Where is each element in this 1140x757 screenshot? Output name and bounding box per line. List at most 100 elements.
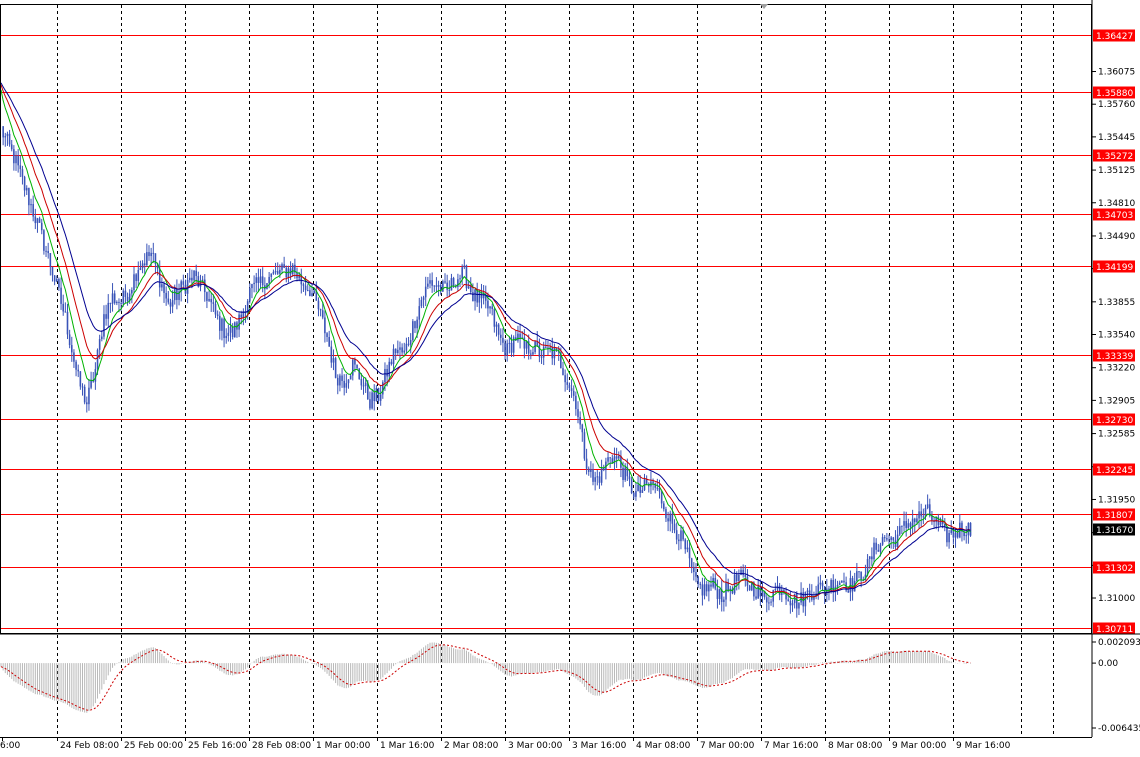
candle-body	[70, 345, 73, 353]
candle-body	[163, 284, 165, 293]
candle-body	[221, 318, 223, 331]
candle-body	[705, 584, 708, 592]
candle-body	[317, 300, 320, 310]
candle-body	[139, 268, 142, 271]
candle-body	[716, 588, 719, 599]
candle-body	[326, 333, 328, 338]
candle-body	[890, 537, 892, 540]
candle-body	[847, 590, 850, 593]
candle-body	[214, 303, 217, 315]
candle-body	[218, 315, 221, 331]
candle-body	[886, 538, 888, 540]
price-tick-label: 1.36075	[1098, 68, 1135, 78]
candle-body	[345, 383, 348, 388]
candle-body	[877, 549, 880, 552]
level-price-label: 1.34703	[1096, 211, 1133, 221]
candle-body	[343, 380, 345, 388]
candle-body	[969, 522, 972, 536]
candle-body	[339, 375, 341, 386]
candle-body	[819, 582, 822, 585]
candle-body	[630, 479, 633, 494]
candle-body	[566, 382, 569, 385]
candle-body	[98, 339, 101, 350]
candle-body	[81, 386, 84, 388]
candle-body	[881, 537, 884, 545]
candle-body	[609, 457, 611, 459]
candle-body	[708, 584, 710, 592]
candle-body	[821, 582, 824, 587]
level-price-label: 1.36427	[1096, 32, 1133, 42]
candle-body	[105, 314, 107, 319]
candle-body	[948, 532, 950, 543]
candle-body	[866, 559, 869, 575]
candle-body	[83, 386, 86, 403]
candle-body	[738, 574, 740, 582]
candle-body	[75, 361, 77, 370]
candle-body	[688, 547, 691, 559]
candle-body	[622, 467, 624, 480]
level-price-label: 1.32730	[1096, 416, 1133, 426]
candle-body	[699, 583, 702, 585]
candle-body	[843, 580, 845, 583]
candle-body	[761, 590, 764, 597]
candle-body	[148, 252, 150, 257]
candle-body	[590, 469, 592, 472]
candle-body	[875, 542, 877, 550]
candle-body	[21, 169, 24, 177]
candle-body	[489, 306, 491, 309]
candle-body	[956, 532, 959, 538]
candle-body	[321, 310, 324, 318]
candle-body	[950, 530, 953, 533]
candle-body	[424, 286, 427, 298]
candle-body	[624, 467, 626, 480]
candle-body	[903, 521, 905, 526]
candle-body	[304, 285, 307, 290]
candle-body	[898, 526, 901, 535]
price-tick-label: 1.35760	[1098, 100, 1135, 110]
time-tick-label: 24 Feb 08:00	[60, 741, 119, 751]
candle-body	[420, 299, 423, 307]
candle-body	[173, 288, 176, 301]
candle-body	[364, 382, 367, 386]
candle-body	[435, 285, 438, 287]
candle-body	[431, 280, 433, 286]
candle-body	[675, 530, 678, 540]
candle-body	[581, 424, 584, 433]
candle-body	[113, 293, 116, 304]
candle-body	[442, 281, 444, 292]
candle-body	[703, 584, 706, 596]
candle-body	[238, 314, 240, 330]
candle-body	[45, 250, 47, 252]
candle-body	[101, 336, 103, 340]
candle-body	[684, 539, 687, 550]
candle-body	[401, 347, 403, 353]
candle-body	[495, 324, 498, 327]
candle-body	[306, 289, 309, 291]
candle-body	[66, 311, 69, 335]
candle-body	[920, 511, 923, 517]
candle-body	[592, 469, 594, 482]
candle-body	[858, 571, 860, 573]
candle-body	[596, 476, 599, 478]
level-price-label: 1.32245	[1096, 466, 1133, 476]
candle-body	[416, 319, 418, 329]
candle-body	[120, 302, 122, 304]
candle-body	[598, 476, 601, 483]
candle-body	[103, 314, 105, 337]
forex-chart[interactable]: 1.36075 1.35760 1.35445 1.35125 1.34810 1.344…	[0, 0, 1140, 757]
candle-body	[532, 352, 534, 355]
candle-body	[203, 279, 206, 293]
candle-body	[313, 290, 315, 294]
candle-body	[697, 576, 699, 584]
candle-body	[77, 369, 80, 372]
candle-body	[808, 590, 811, 594]
candle-body	[227, 332, 230, 336]
candle-body	[795, 593, 798, 609]
time-tick-label: 2 Mar 08:00	[444, 741, 499, 751]
time-tick-label: 25 Feb 00:00	[124, 741, 183, 751]
candle-body	[530, 353, 532, 355]
candle-body	[607, 457, 609, 462]
candle-body	[6, 133, 9, 136]
candle-body	[336, 377, 339, 386]
candle-body	[135, 274, 137, 281]
